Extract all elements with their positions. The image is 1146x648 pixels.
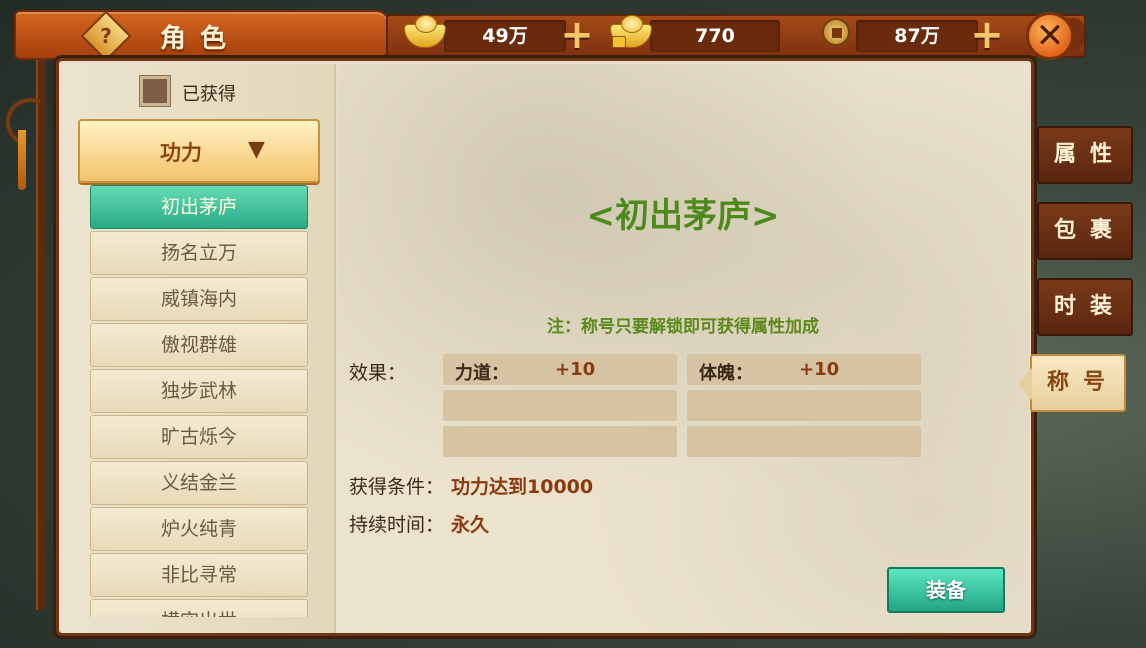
effect-cell: 力道： +10	[443, 354, 677, 385]
condition-value: 功力达到10000	[451, 476, 594, 498]
currency-copper: 87万	[856, 20, 978, 52]
effect-value: +10	[555, 359, 596, 380]
add-copper-button[interactable]: +	[970, 15, 1004, 55]
locked-gold-ingot-icon	[608, 14, 652, 50]
gold-amount: 49万	[482, 25, 528, 47]
tab-attributes[interactable]: 属性	[1037, 126, 1133, 184]
duration-label: 持续时间：	[349, 514, 445, 536]
title-item[interactable]: 扬名立万	[90, 231, 308, 275]
effect-cell-empty	[443, 390, 677, 421]
question-mark-icon: ?	[100, 24, 112, 48]
title-item[interactable]: 威镇海内	[90, 277, 308, 321]
effect-cell-empty	[687, 390, 921, 421]
effect-name: 力道：	[455, 363, 509, 384]
obtained-checkbox[interactable]	[140, 76, 170, 106]
main-panel: 已获得 功力 ▼ 初出茅庐 扬名立万 威镇海内 傲视群雄 独步武林 旷古烁今 义…	[56, 58, 1034, 636]
tab-inventory[interactable]: 包裹	[1037, 202, 1133, 260]
title-item[interactable]: 旷古烁今	[90, 415, 308, 459]
title-item[interactable]: 炉火纯青	[90, 507, 308, 551]
effect-value: +10	[799, 359, 840, 380]
effect-label: 效果：	[349, 362, 407, 384]
category-dropdown[interactable]: 功力 ▼	[78, 119, 320, 183]
title-item[interactable]: 非比寻常	[90, 553, 308, 597]
copper-amount: 87万	[894, 25, 940, 47]
category-label: 功力	[160, 141, 202, 165]
effect-name: 体魄：	[699, 363, 753, 384]
condition-label: 获得条件：	[349, 476, 445, 498]
title-note: 注：称号只要解锁即可获得属性加成	[547, 317, 819, 337]
triangle-down-icon: ▼	[248, 137, 265, 162]
equip-button[interactable]: 装备	[887, 567, 1005, 613]
bow-icon	[0, 91, 61, 153]
tab-titles[interactable]: 称号	[1018, 354, 1126, 412]
effect-cell-empty	[687, 426, 921, 457]
title-detail-panel: <初出茅庐> 注：称号只要解锁即可获得属性加成 效果： 力道： +10 体魄： …	[337, 64, 1029, 633]
copper-coin-icon	[814, 14, 858, 50]
title-item[interactable]: 义结金兰	[90, 461, 308, 505]
currency-bound-gold: 770	[650, 20, 780, 52]
top-bar: ? 角色 49万 + 770 87万 +	[0, 8, 1146, 62]
effect-cell-empty	[443, 426, 677, 457]
obtained-label: 已获得	[182, 84, 236, 105]
title-item[interactable]: 初出茅庐	[90, 185, 308, 229]
bound-gold-amount: 770	[695, 25, 735, 47]
currency-bar: 49万 + 770 87万 +	[386, 14, 1086, 58]
title-item[interactable]: 独步武林	[90, 369, 308, 413]
tab-fashion[interactable]: 时装	[1037, 278, 1133, 336]
duration-value: 永久	[451, 514, 490, 536]
add-gold-button[interactable]: +	[560, 15, 594, 55]
close-button[interactable]: ✕	[1026, 12, 1074, 60]
effect-cell: 体魄： +10	[687, 354, 921, 385]
title-item[interactable]: 横空出世	[90, 599, 308, 617]
title-list-panel: 已获得 功力 ▼ 初出茅庐 扬名立万 威镇海内 傲视群雄 独步武林 旷古烁今 义…	[62, 64, 336, 633]
title-item[interactable]: 傲视群雄	[90, 323, 308, 367]
title-plate: ? 角色	[14, 10, 390, 62]
tassel-decoration	[18, 130, 26, 190]
selected-title: <初出茅庐>	[586, 196, 780, 236]
gold-ingot-icon	[402, 14, 446, 50]
help-button[interactable]: ?	[80, 10, 132, 62]
title-list[interactable]: 初出茅庐 扬名立万 威镇海内 傲视群雄 独步武林 旷古烁今 义结金兰 炉火纯青 …	[90, 185, 310, 617]
page-title: 角色	[160, 24, 241, 54]
currency-gold: 49万	[444, 20, 566, 52]
